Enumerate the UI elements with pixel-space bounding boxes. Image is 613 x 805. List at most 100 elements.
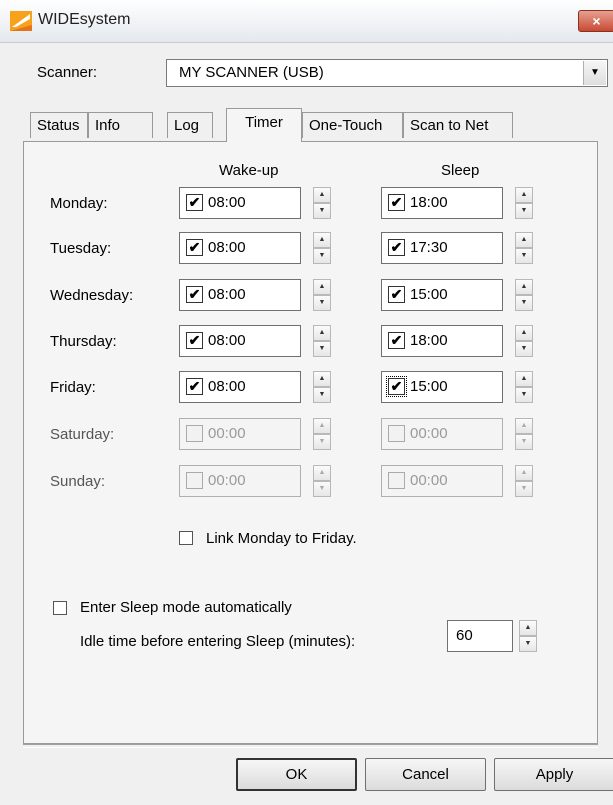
idle-time-spinner[interactable]: ▲ ▼ [519,620,537,652]
sleep-time-value-friday: 15:00 [410,378,448,395]
sleep-time-field-tuesday[interactable]: ✔ 17:30 [381,232,503,264]
spin-up-icon[interactable]: ▲ [515,371,533,387]
wake-time-value-monday: 08:00 [208,194,246,211]
sleep-enable-checkbox-monday[interactable]: ✔ [388,194,405,211]
wake-enable-checkbox-friday[interactable]: ✔ [186,378,203,395]
spin-down-icon[interactable]: ▼ [313,248,331,264]
tab-info[interactable]: Info [88,112,153,138]
tab-log[interactable]: Log [167,112,213,138]
tab-one-touch[interactable]: One-Touch [302,112,403,138]
sleep-enable-checkbox-friday[interactable]: ✔ [386,376,407,397]
spin-up-icon[interactable]: ▲ [515,232,533,248]
spin-down-icon[interactable]: ▼ [519,636,537,652]
spin-down-icon[interactable]: ▼ [515,481,533,497]
wake-time-spinner-friday[interactable]: ▲ ▼ [313,371,331,403]
wake-time-value-tuesday: 08:00 [208,239,246,256]
cancel-button[interactable]: Cancel [365,758,486,791]
wake-time-spinner-monday[interactable]: ▲ ▼ [313,187,331,219]
day-label-tuesday: Tuesday: [50,240,112,257]
wake-time-field-tuesday[interactable]: ✔ 08:00 [179,232,301,264]
sleep-time-spinner-friday[interactable]: ▲ ▼ [515,371,533,403]
wake-time-field-thursday[interactable]: ✔ 08:00 [179,325,301,357]
sleep-time-field-monday[interactable]: ✔ 18:00 [381,187,503,219]
spin-down-icon[interactable]: ▼ [313,434,331,450]
wake-time-spinner-thursday[interactable]: ▲ ▼ [313,325,331,357]
wake-time-field-monday[interactable]: ✔ 08:00 [179,187,301,219]
sleep-time-spinner-tuesday[interactable]: ▲ ▼ [515,232,533,264]
sleep-time-field-wednesday[interactable]: ✔ 15:00 [381,279,503,311]
wake-enable-checkbox-monday[interactable]: ✔ [186,194,203,211]
wake-enable-checkbox-sunday[interactable] [186,472,203,489]
sleep-auto-checkbox[interactable] [53,601,67,615]
sleep-auto-label: Enter Sleep mode automatically [80,599,292,616]
spin-up-icon[interactable]: ▲ [515,279,533,295]
spin-up-icon[interactable]: ▲ [313,232,331,248]
spin-up-icon[interactable]: ▲ [313,418,331,434]
sleep-time-value-tuesday: 17:30 [410,239,448,256]
sleep-time-field-sunday[interactable]: 00:00 [381,465,503,497]
wake-enable-checkbox-wednesday[interactable]: ✔ [186,286,203,303]
sleep-time-field-friday[interactable]: ✔ 15:00 [381,371,503,403]
spin-up-icon[interactable]: ▲ [313,279,331,295]
sleep-time-spinner-wednesday[interactable]: ▲ ▼ [515,279,533,311]
spin-down-icon[interactable]: ▼ [313,341,331,357]
ok-button[interactable]: OK [236,758,357,791]
spin-up-icon[interactable]: ▲ [515,465,533,481]
spin-up-icon[interactable]: ▲ [515,418,533,434]
tab-timer[interactable]: Timer [226,108,302,142]
link-monday-friday-checkbox[interactable] [179,531,193,545]
chevron-down-icon[interactable]: ▼ [583,61,606,85]
spin-up-icon[interactable]: ▲ [313,325,331,341]
spin-up-icon[interactable]: ▲ [313,371,331,387]
sleep-time-field-saturday[interactable]: 00:00 [381,418,503,450]
spin-down-icon[interactable]: ▼ [515,434,533,450]
tab-status[interactable]: Status [30,112,88,138]
spin-up-icon[interactable]: ▲ [519,620,537,636]
sleep-time-spinner-sunday[interactable]: ▲ ▼ [515,465,533,497]
wake-time-field-friday[interactable]: ✔ 08:00 [179,371,301,403]
apply-button[interactable]: Apply [494,758,613,791]
title-bar: WIDEsystem × [0,0,613,43]
day-label-monday: Monday: [50,195,108,212]
spin-down-icon[interactable]: ▼ [313,481,331,497]
wake-time-spinner-tuesday[interactable]: ▲ ▼ [313,232,331,264]
close-button[interactable]: × [578,10,613,32]
day-label-thursday: Thursday: [50,333,117,350]
sleep-time-value-saturday: 00:00 [410,425,448,442]
wake-time-value-saturday: 00:00 [208,425,246,442]
sleep-enable-checkbox-tuesday[interactable]: ✔ [388,239,405,256]
wake-time-spinner-saturday[interactable]: ▲ ▼ [313,418,331,450]
sleep-enable-checkbox-sunday[interactable] [388,472,405,489]
spin-up-icon[interactable]: ▲ [313,187,331,203]
wake-time-spinner-sunday[interactable]: ▲ ▼ [313,465,331,497]
spin-up-icon[interactable]: ▲ [515,187,533,203]
spin-down-icon[interactable]: ▼ [515,295,533,311]
spin-down-icon[interactable]: ▼ [313,203,331,219]
sleep-enable-checkbox-saturday[interactable] [388,425,405,442]
wake-enable-checkbox-saturday[interactable] [186,425,203,442]
spin-down-icon[interactable]: ▼ [515,341,533,357]
spin-down-icon[interactable]: ▼ [515,248,533,264]
sleep-header: Sleep [441,162,480,179]
spin-down-icon[interactable]: ▼ [313,295,331,311]
wake-time-field-sunday[interactable]: 00:00 [179,465,301,497]
tab-scan-to-net[interactable]: Scan to Net [403,112,513,138]
sleep-time-spinner-thursday[interactable]: ▲ ▼ [515,325,533,357]
spin-up-icon[interactable]: ▲ [515,325,533,341]
sleep-enable-checkbox-thursday[interactable]: ✔ [388,332,405,349]
sleep-enable-checkbox-wednesday[interactable]: ✔ [388,286,405,303]
wake-enable-checkbox-tuesday[interactable]: ✔ [186,239,203,256]
wake-time-field-wednesday[interactable]: ✔ 08:00 [179,279,301,311]
wake-enable-checkbox-thursday[interactable]: ✔ [186,332,203,349]
wake-time-spinner-wednesday[interactable]: ▲ ▼ [313,279,331,311]
sleep-time-field-thursday[interactable]: ✔ 18:00 [381,325,503,357]
idle-time-input[interactable]: 60 [447,620,513,652]
scanner-select[interactable]: MY SCANNER (USB) ▼ [166,59,608,87]
wake-time-field-saturday[interactable]: 00:00 [179,418,301,450]
spin-down-icon[interactable]: ▼ [515,387,533,403]
spin-down-icon[interactable]: ▼ [313,387,331,403]
spin-down-icon[interactable]: ▼ [515,203,533,219]
spin-up-icon[interactable]: ▲ [313,465,331,481]
sleep-time-spinner-saturday[interactable]: ▲ ▼ [515,418,533,450]
sleep-time-spinner-monday[interactable]: ▲ ▼ [515,187,533,219]
